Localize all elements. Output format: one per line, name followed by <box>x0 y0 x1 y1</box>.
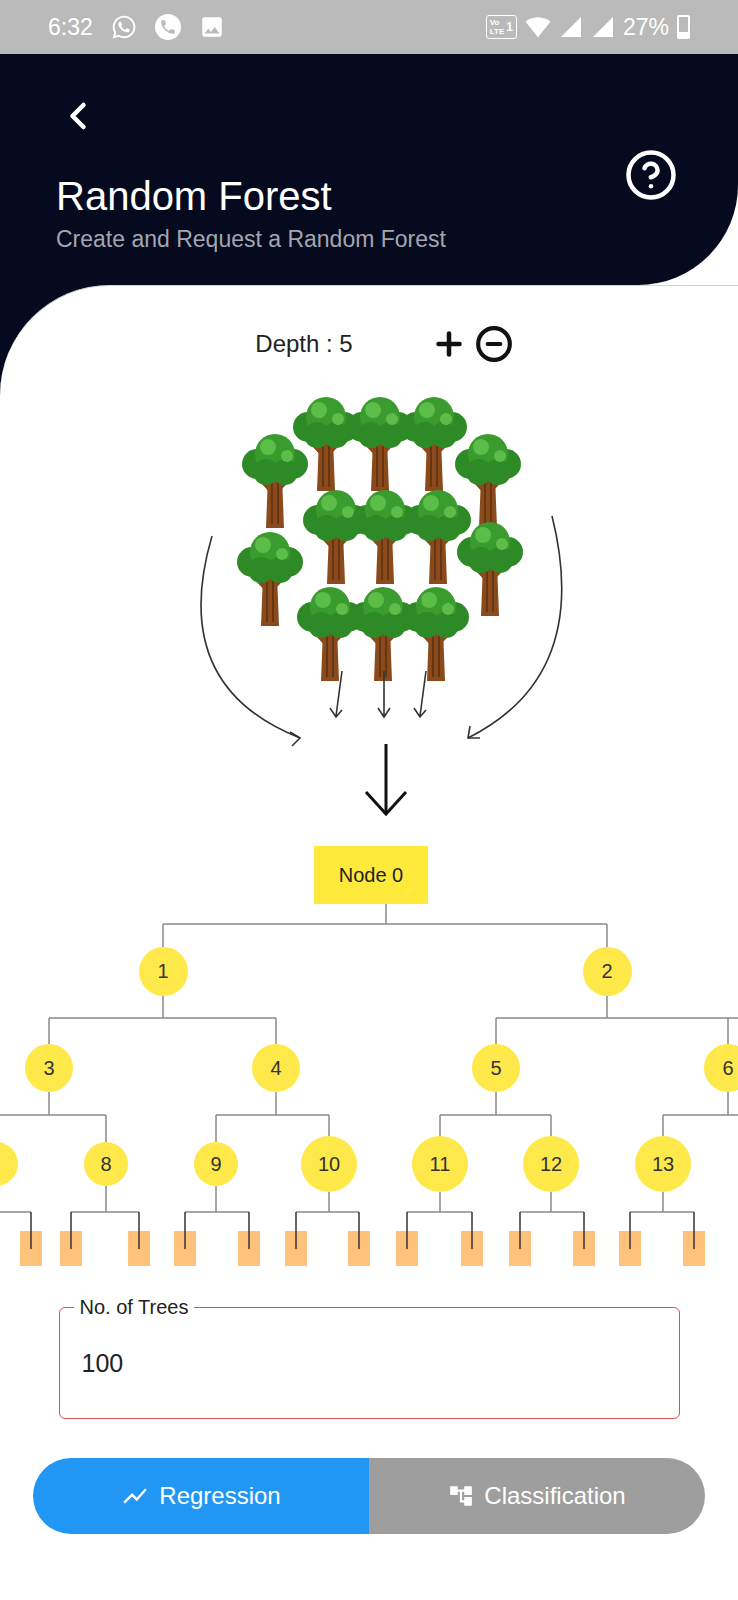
status-bar: 6:32 VoLTE1 27% <box>0 0 738 54</box>
body-background: Depth : 5Node 01234568910111213No. of Tr… <box>0 285 738 1600</box>
chevron-left-icon <box>56 94 100 138</box>
root-node: Node 0 <box>314 846 428 904</box>
tree-icon <box>352 490 418 584</box>
random-forest-screen: 6:32 VoLTE1 27% Random Forest Create and Req… <box>0 0 738 1600</box>
tree-node: 6 <box>704 1044 738 1092</box>
mode-toggle: RegressionClassification <box>33 1458 705 1534</box>
trees-input[interactable] <box>82 1349 657 1378</box>
minus-circle-icon <box>475 325 513 363</box>
decrease-depth-button[interactable] <box>475 325 513 363</box>
signal-icon <box>591 15 615 39</box>
depth-row: Depth : 5 <box>255 324 512 364</box>
wifi-icon <box>525 14 551 40</box>
tree-diagram: 1234568910111213 <box>0 904 738 1274</box>
tree-node: 2 <box>583 947 632 996</box>
tree-structure-icon <box>448 1483 474 1509</box>
header: Random Forest Create and Request a Random… <box>0 54 738 285</box>
tree-node: 4 <box>252 1044 300 1092</box>
title: Random Forest <box>56 172 446 220</box>
leaf-icon <box>60 1212 82 1266</box>
tree-icon <box>303 490 369 584</box>
battery-icon <box>677 15 690 39</box>
leaf-icon <box>238 1212 260 1266</box>
line-chart-icon <box>121 1482 149 1510</box>
leaf-icon <box>348 1212 370 1266</box>
whatsapp-icon <box>111 14 137 40</box>
tree-icon <box>347 397 413 491</box>
tree-icon <box>457 522 523 616</box>
phone-icon <box>155 14 181 40</box>
tree-node: 9 <box>194 1142 238 1186</box>
classification-button[interactable]: Classification <box>369 1458 705 1534</box>
signal-icon <box>559 15 583 39</box>
back-button[interactable] <box>56 94 446 138</box>
image-icon <box>199 14 225 40</box>
content: Depth : 5Node 01234568910111213No. of Tr… <box>0 285 738 1600</box>
tree-icon <box>405 490 471 584</box>
regression-button[interactable]: Regression <box>33 1458 369 1534</box>
clock: 6:32 <box>48 14 93 41</box>
volte-badge: VoLTE1 <box>486 15 517 39</box>
depth-label: Depth : 5 <box>255 330 352 358</box>
tree-node: 12 <box>523 1136 579 1192</box>
help-icon <box>624 148 678 202</box>
battery-percent: 27% <box>623 14 669 41</box>
tree-icon <box>242 434 308 528</box>
leaf-icon <box>396 1212 418 1266</box>
leaf-icon <box>683 1212 705 1266</box>
tree-node: 1 <box>139 947 188 996</box>
leaf-icon <box>174 1212 196 1266</box>
trees-field-label: No. of Trees <box>74 1294 195 1320</box>
plus-icon <box>431 326 467 362</box>
leaf-icon <box>285 1212 307 1266</box>
tree-node: 3 <box>25 1044 73 1092</box>
tree-node: 5 <box>472 1044 520 1092</box>
leaf-icon <box>20 1212 42 1266</box>
leaf-icon <box>573 1212 595 1266</box>
tree-icon <box>293 397 359 491</box>
tree-icon <box>297 587 363 681</box>
tree-node: 13 <box>635 1136 691 1192</box>
tree-icon <box>237 532 303 626</box>
tree-icon <box>401 397 467 491</box>
tree-node: 8 <box>84 1142 128 1186</box>
partial-node-icon <box>0 1142 18 1186</box>
increase-depth-button[interactable] <box>431 326 467 362</box>
leaf-icon <box>509 1212 531 1266</box>
tree-node: 10 <box>301 1136 357 1192</box>
subtitle: Create and Request a Random Forest <box>56 226 446 253</box>
tree-icon <box>350 587 416 681</box>
tree-icon <box>403 587 469 681</box>
tree-node: 11 <box>412 1136 468 1192</box>
leaf-icon <box>619 1212 641 1266</box>
trees-field: No. of Trees <box>59 1307 680 1419</box>
help-button[interactable] <box>624 148 678 202</box>
leaf-icon <box>128 1212 150 1266</box>
leaf-icon <box>461 1212 483 1266</box>
forest-icon <box>0 386 738 846</box>
